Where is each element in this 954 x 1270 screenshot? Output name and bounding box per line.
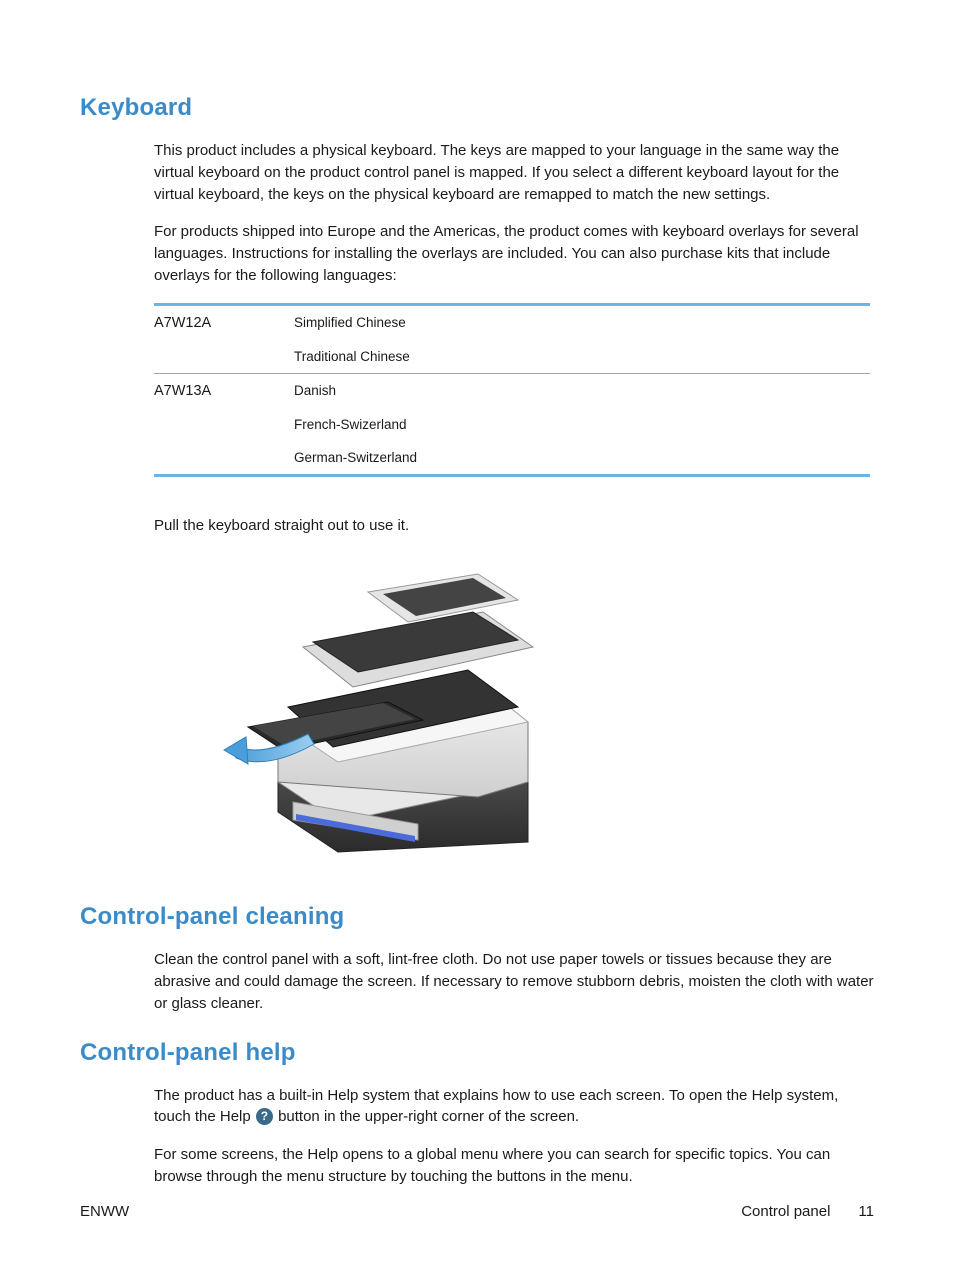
printer-illustration: [218, 552, 874, 867]
footer-section-label: Control panel: [741, 1203, 830, 1220]
paragraph: Pull the keyboard straight out to use it…: [154, 515, 874, 537]
paragraph: For products shipped into Europe and the…: [154, 221, 874, 286]
table-row: A7W12A Simplified Chinese: [154, 304, 870, 340]
table-row: French-Swizerland: [154, 408, 870, 441]
kit-code: A7W13A: [154, 373, 294, 408]
heading-cleaning: Control-panel cleaning: [80, 903, 874, 931]
kit-lang: Traditional Chinese: [294, 340, 870, 374]
kit-lang: Danish: [294, 373, 870, 408]
section-help: Control-panel help The product has a bui…: [80, 1039, 874, 1188]
kit-code: A7W12A: [154, 304, 294, 340]
page-number: 11: [858, 1203, 874, 1220]
section-keyboard: Keyboard This product includes a physica…: [80, 94, 874, 867]
help-icon: ?: [256, 1108, 273, 1125]
kit-lang: Simplified Chinese: [294, 304, 870, 340]
table-row: German-Switzerland: [154, 441, 870, 476]
table-row: Traditional Chinese: [154, 340, 870, 374]
kit-lang: French-Swizerland: [294, 408, 870, 441]
text-fragment: button in the upper-right corner of the …: [274, 1108, 579, 1125]
heading-keyboard: Keyboard: [80, 94, 874, 122]
table-row: A7W13A Danish: [154, 373, 870, 408]
paragraph: For some screens, the Help opens to a gl…: [154, 1144, 874, 1188]
paragraph: This product includes a physical keyboar…: [154, 140, 874, 205]
heading-help: Control-panel help: [80, 1039, 874, 1067]
paragraph: Clean the control panel with a soft, lin…: [154, 949, 874, 1014]
printer-icon: [218, 552, 558, 862]
paragraph: The product has a built-in Help system t…: [154, 1085, 874, 1129]
page-footer: ENWW Control panel 11: [80, 1203, 874, 1220]
kit-lang: German-Switzerland: [294, 441, 870, 476]
section-cleaning: Control-panel cleaning Clean the control…: [80, 903, 874, 1014]
footer-left: ENWW: [80, 1203, 129, 1220]
language-kit-table: A7W12A Simplified Chinese Traditional Ch…: [154, 303, 870, 477]
